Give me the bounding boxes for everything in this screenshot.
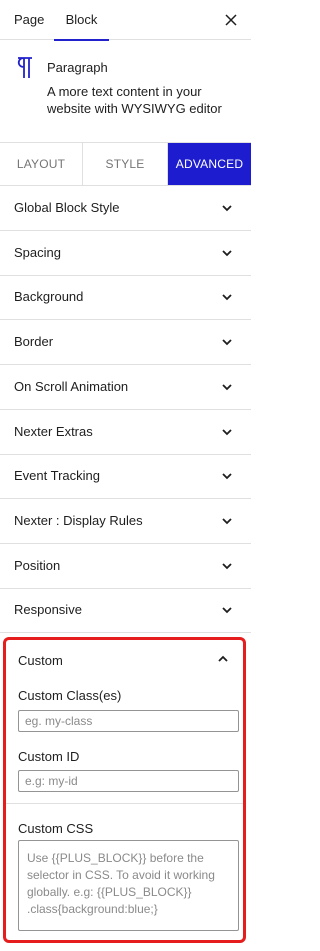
chevron-down-icon — [222, 563, 232, 570]
panel-on-scroll-animation[interactable]: On Scroll Animation — [0, 365, 251, 410]
panel-title: Spacing — [14, 245, 61, 260]
panel-title: Global Block Style — [14, 200, 120, 215]
custom-panel: Custom Custom Class(es) Custom ID Custom… — [3, 637, 246, 943]
custom-css-label: Custom CSS — [18, 821, 94, 836]
panel-responsive[interactable]: Responsive — [0, 588, 251, 633]
tab-block-label: Block — [65, 12, 98, 27]
panel-border[interactable]: Border — [0, 320, 251, 365]
panel-title: Nexter Extras — [14, 424, 93, 439]
panel-spacing[interactable]: Spacing — [0, 231, 251, 276]
panel-nexter-extras[interactable]: Nexter Extras — [0, 410, 251, 455]
custom-panel-title[interactable]: Custom — [18, 653, 63, 668]
block-card: Paragraph A more text content in your we… — [0, 41, 251, 141]
chevron-down-icon — [222, 384, 232, 391]
chevron-down-icon — [222, 607, 232, 614]
block-title: Paragraph — [47, 60, 108, 75]
close-icon[interactable] — [221, 10, 241, 30]
panel-title: Event Tracking — [14, 468, 100, 483]
chevron-up-icon[interactable] — [217, 653, 229, 665]
tab-block[interactable]: Block — [54, 0, 109, 41]
sidebar-header: Page Block — [0, 0, 251, 41]
tab-page[interactable]: Page — [14, 0, 44, 40]
panel-nexter-display-rules[interactable]: Nexter : Display Rules — [0, 499, 251, 544]
divider — [6, 803, 243, 804]
custom-class-input[interactable] — [18, 710, 239, 732]
panel-title: On Scroll Animation — [14, 379, 129, 394]
tab-style[interactable]: STYLE — [83, 143, 168, 185]
panel-title: Nexter : Display Rules — [14, 513, 143, 528]
custom-id-label: Custom ID — [18, 749, 80, 764]
chevron-down-icon — [222, 518, 232, 525]
block-description: A more text content in your website with… — [47, 84, 222, 116]
panel-title: Position — [14, 558, 61, 573]
panel-background[interactable]: Background — [0, 275, 251, 320]
custom-class-label: Custom Class(es) — [18, 688, 122, 703]
panel-title: Background — [14, 289, 84, 304]
custom-id-input[interactable] — [18, 770, 239, 792]
panel-global-block-style[interactable]: Global Block Style — [0, 186, 251, 231]
chevron-down-icon — [222, 250, 232, 257]
chevron-down-icon — [222, 294, 232, 301]
chevron-down-icon — [222, 339, 232, 346]
tab-advanced[interactable]: ADVANCED — [168, 143, 251, 185]
custom-css-textarea[interactable] — [18, 840, 239, 931]
chevron-down-icon — [222, 205, 232, 212]
panel-position[interactable]: Position — [0, 544, 251, 589]
panel-event-tracking[interactable]: Event Tracking — [0, 454, 251, 499]
chevron-down-icon — [222, 473, 232, 480]
panel-title: Responsive — [14, 602, 82, 617]
tab-layout[interactable]: LAYOUT — [0, 143, 83, 185]
settings-mode-tabs: LAYOUT STYLE ADVANCED — [0, 142, 251, 186]
panel-title: Border — [14, 334, 54, 349]
chevron-down-icon — [222, 429, 232, 436]
paragraph-icon — [17, 57, 32, 78]
